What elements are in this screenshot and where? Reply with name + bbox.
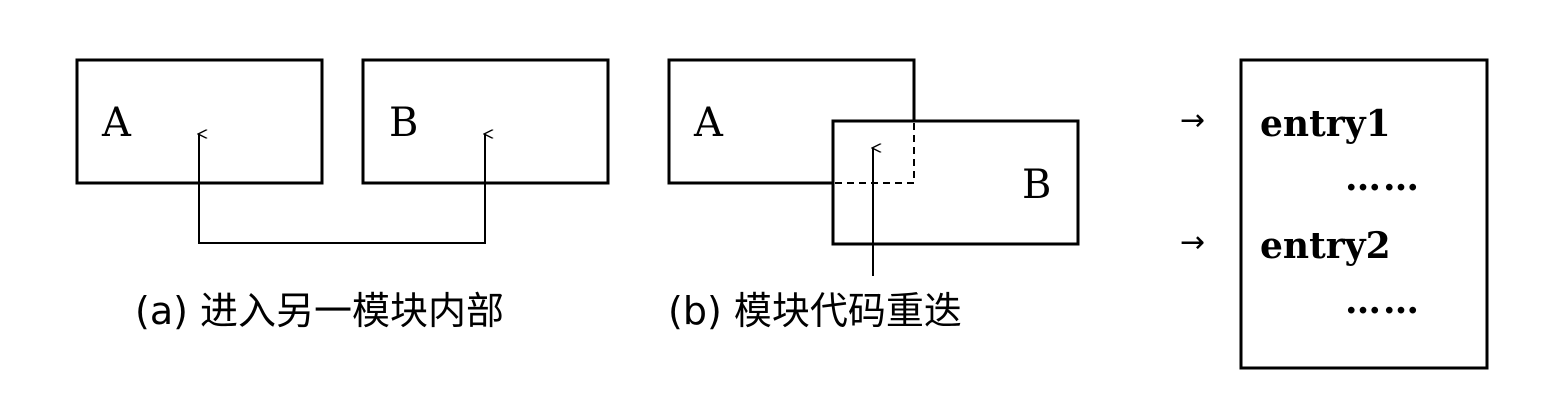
ellipsis-1: …… xyxy=(1345,157,1421,199)
caption-a: (a) 进入另一模块内部 xyxy=(135,289,504,333)
panel-a: A B (a) 进入另一模块内部 xyxy=(75,58,610,333)
panel-c: → entry1 …… → entry2 …… xyxy=(1180,58,1489,370)
module-b-label: B xyxy=(389,100,418,146)
panel-b: A B (b) 模块代码重迭 xyxy=(667,58,1080,333)
module-coupling-diagram: A B (a) 进入另一模块内部 A B (b) 模块代码重迭 → entry1… xyxy=(75,58,1489,370)
module-a-label-overlap: A xyxy=(693,100,724,146)
module-b-label-overlap: B xyxy=(1022,162,1051,208)
entry2-label: entry2 xyxy=(1260,225,1391,267)
ellipsis-2: …… xyxy=(1345,280,1421,322)
module-a-label: A xyxy=(101,100,132,146)
entry1-arrow: → xyxy=(1180,103,1205,138)
entry2-arrow: → xyxy=(1180,225,1205,260)
entry1-label: entry1 xyxy=(1260,103,1391,145)
caption-b: (b) 模块代码重迭 xyxy=(668,289,962,333)
